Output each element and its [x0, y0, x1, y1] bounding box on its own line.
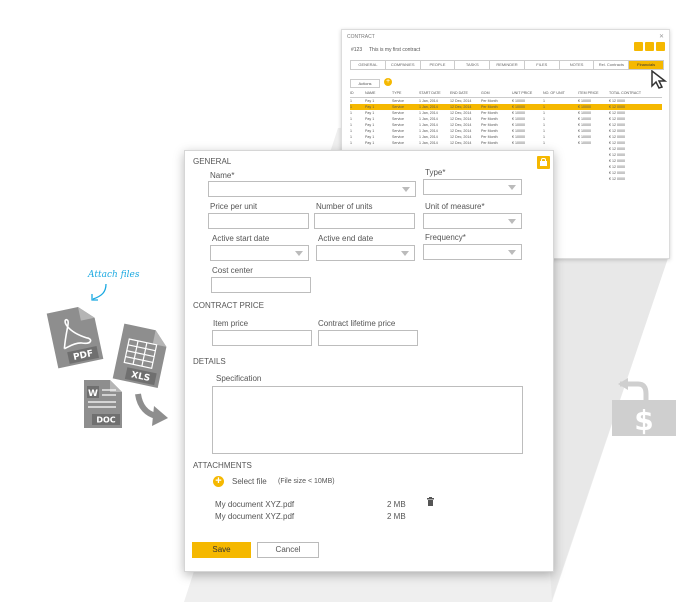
- active-end-date-label: Active end date: [318, 234, 374, 243]
- chevron-down-icon: [295, 251, 303, 256]
- type-select[interactable]: [423, 179, 522, 195]
- table-header-cell: NAME: [365, 91, 376, 95]
- tab-tasks[interactable]: TASKS: [455, 61, 491, 69]
- doc-file-icon: W DOC: [84, 380, 122, 428]
- table-header-cell: UNIT PRICE: [512, 91, 533, 95]
- cursor-icon: [651, 70, 668, 89]
- chevron-down-icon: [402, 187, 410, 192]
- table-cell: € 12 0000: [609, 177, 625, 181]
- table-header-cell: START DATE: [419, 91, 441, 95]
- price-per-unit-label: Price per unit: [210, 202, 258, 211]
- table-header-cell: TOTAL CONTRACT: [609, 91, 642, 95]
- tab-files[interactable]: FILES: [525, 61, 560, 69]
- number-of-units-input[interactable]: [314, 213, 415, 229]
- name-label: Name*: [210, 171, 235, 180]
- cost-center-label: Cost center: [212, 266, 253, 275]
- svg-text:W: W: [88, 389, 98, 399]
- unit-of-measure-select[interactable]: [423, 213, 522, 229]
- tab-general[interactable]: GENERAL: [351, 61, 386, 69]
- name-select[interactable]: [208, 181, 416, 197]
- chevron-down-icon: [401, 251, 409, 256]
- frequency-label: Frequency*: [425, 233, 466, 242]
- table-header-cell: NO. OF UNIT: [543, 91, 565, 95]
- price-per-unit-input[interactable]: [208, 213, 309, 229]
- table-header-cell: ITEM PRICE: [578, 91, 599, 95]
- attachment-size: 2 MB: [387, 500, 406, 509]
- financial-item-form: GENERAL Name* Type* Price per unit Numbe…: [184, 150, 554, 572]
- tab-financials[interactable]: Financials: [629, 61, 664, 69]
- cost-center-input[interactable]: [211, 277, 311, 293]
- refund-dollar-icon: $: [612, 378, 676, 436]
- attachment-size: 2 MB: [387, 512, 406, 521]
- file-size-hint: (File size < 10MB): [278, 478, 335, 485]
- unit-of-measure-label: Unit of measure*: [425, 202, 485, 211]
- item-price-input[interactable]: [212, 330, 312, 346]
- chevron-down-icon: [508, 250, 516, 255]
- number-of-units-label: Number of units: [316, 202, 373, 211]
- doc-label: DOC: [96, 416, 115, 425]
- arrow-icon: [91, 283, 107, 301]
- attachment-name[interactable]: My document XYZ.pdf: [215, 500, 294, 509]
- table-header-cell: GOM: [481, 91, 490, 95]
- table-cell: [578, 176, 602, 182]
- general-section-title: GENERAL: [193, 157, 232, 166]
- details-section-title: DETAILS: [193, 357, 226, 366]
- curved-arrow-icon: [135, 393, 168, 426]
- add-row-button[interactable]: +: [384, 78, 392, 86]
- item-price-label: Item price: [213, 319, 249, 328]
- active-start-date-select[interactable]: [210, 245, 309, 261]
- active-start-date-label: Active start date: [212, 234, 270, 243]
- add-file-icon[interactable]: +: [213, 476, 224, 487]
- tab-reminder[interactable]: REMINDER: [490, 61, 525, 69]
- print-icon[interactable]: [634, 42, 643, 51]
- chevron-down-icon: [508, 219, 516, 224]
- contract-lifetime-price-input[interactable]: [318, 330, 418, 346]
- tab-companies[interactable]: COMPANIES: [386, 61, 421, 69]
- cancel-button[interactable]: Cancel: [257, 542, 319, 558]
- specification-label: Specification: [216, 374, 262, 383]
- table-header-row: ID NAME TYPE START DATE END DATE GOM UNIT PRIC…: [350, 89, 662, 98]
- contract-window-title: CONTRACT: [347, 34, 375, 40]
- contract-name: This is my first contract: [369, 47, 421, 53]
- contract-lifetime-price-label: Contract lifetime price: [318, 319, 396, 328]
- attachment-name[interactable]: My document XYZ.pdf: [215, 512, 294, 521]
- table-header-cell: END DATE: [450, 91, 468, 95]
- type-label: Type*: [425, 168, 446, 177]
- contract-id: #123: [351, 47, 363, 53]
- settings-icon[interactable]: [656, 42, 665, 51]
- tab-notes[interactable]: NOTES: [560, 61, 595, 69]
- actions-dropdown[interactable]: Actions: [350, 79, 380, 88]
- contract-tabs: GENERAL COMPANIES PEOPLE TASKS REMINDER …: [350, 60, 664, 70]
- specification-textarea[interactable]: [212, 386, 523, 454]
- trash-icon[interactable]: [426, 497, 435, 506]
- lock-icon[interactable]: [537, 156, 550, 169]
- lock-icon[interactable]: [645, 42, 654, 51]
- table-header-cell: TYPE: [392, 91, 402, 95]
- tab-rel-contracts[interactable]: Rel. Contracts: [594, 61, 630, 69]
- attachments-section-title: ATTACHMENTS: [193, 461, 252, 470]
- attach-files-caption: Attach files: [88, 270, 140, 280]
- tab-people[interactable]: PEOPLE: [421, 61, 456, 69]
- active-end-date-select[interactable]: [316, 245, 415, 261]
- save-button[interactable]: Save: [192, 542, 251, 558]
- dollar-sign: $: [634, 404, 653, 436]
- select-file-link[interactable]: Select file: [232, 477, 267, 486]
- close-icon[interactable]: ✕: [659, 33, 664, 40]
- chevron-down-icon: [508, 185, 516, 190]
- contract-price-section-title: CONTRACT PRICE: [193, 301, 264, 310]
- table-header-cell: ID: [350, 91, 354, 95]
- frequency-select[interactable]: [423, 244, 522, 260]
